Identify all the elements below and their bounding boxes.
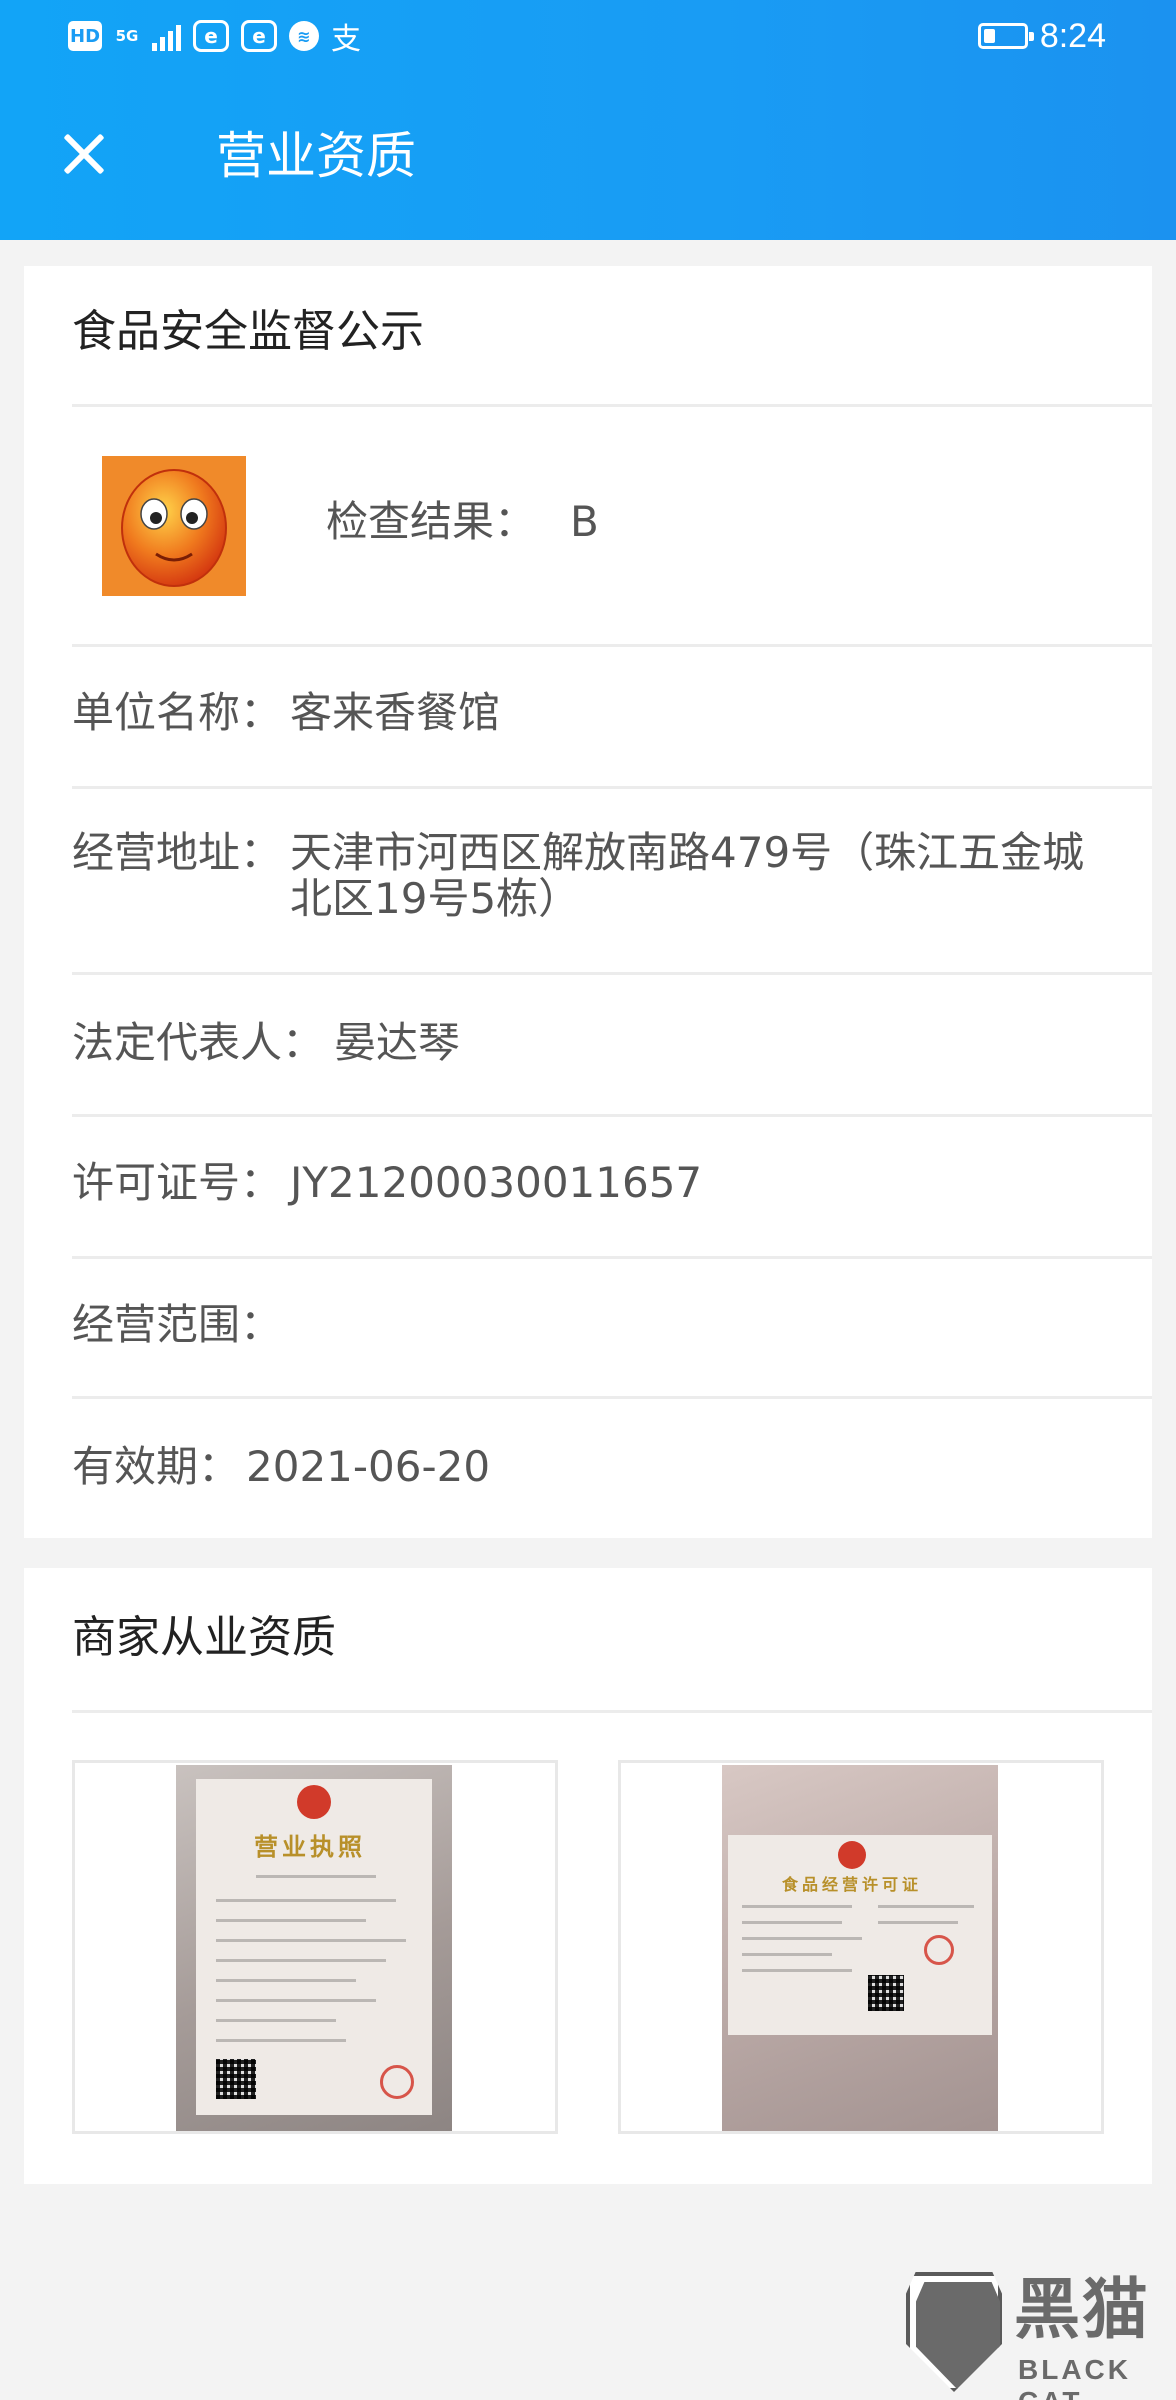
qr-code-icon — [216, 2059, 256, 2099]
battery-level — [983, 29, 995, 43]
page-title: 营业资质 — [216, 127, 416, 185]
row-label: 有效期： — [72, 1442, 241, 1491]
divider — [72, 1710, 1152, 1713]
row-label: 经营地址： — [72, 828, 283, 877]
battery-icon — [977, 23, 1034, 49]
divider — [72, 1114, 1152, 1117]
document-heading: 食品经营许可证 — [782, 1875, 923, 1894]
row-label: 许可证号： — [72, 1158, 283, 1207]
qr-code-icon — [868, 1975, 904, 2011]
signal-bars-icon — [152, 21, 181, 51]
section-title: 食品安全监督公示 — [72, 306, 424, 357]
national-emblem-icon — [297, 1785, 331, 1819]
row-value: 天津市河西区解放南路479号（珠江五金城北区19号5栋） — [290, 828, 1085, 923]
national-emblem-icon — [838, 1841, 866, 1869]
business-license-thumbnail[interactable]: 营业执照 — [72, 1760, 558, 2134]
food-license-thumbnail[interactable]: 食品经营许可证 — [618, 1760, 1104, 2134]
smiley-face-icon — [102, 456, 246, 596]
signal-5g-icon: 5G — [114, 27, 140, 45]
row-value: JY21200030011657 — [290, 1158, 703, 1207]
network-type: 5G — [115, 27, 139, 45]
row-value: 晏达琴 — [334, 1018, 461, 1067]
eleme-icon: e — [241, 20, 277, 52]
section-title: 商家从业资质 — [72, 1612, 336, 1663]
watermark-en: BLACK CAT — [1018, 2354, 1131, 2400]
hd-icon: HD — [68, 21, 102, 51]
inspection-result: 检查结果： B — [326, 492, 599, 552]
official-seal-icon — [380, 2065, 414, 2099]
divider — [72, 404, 1152, 407]
black-cat-watermark: 黑猫 BLACK CAT — [906, 2270, 1176, 2400]
row-label: 单位名称： — [72, 688, 283, 737]
divider — [72, 644, 1152, 647]
app-header: HD 5G e e ≋ 支 8:24 营业资质 — [0, 0, 1176, 240]
eleme-icon: e — [193, 20, 229, 52]
license-document: 营业执照 — [196, 1779, 432, 2115]
divider — [72, 1396, 1152, 1399]
inspection-label: 检查结果： — [326, 497, 537, 546]
row-value: 2021-06-20 — [246, 1442, 491, 1491]
watermark-cn: 黑猫 — [1014, 2271, 1150, 2348]
voice-assistant-icon: ≋ — [289, 21, 319, 51]
alipay-icon: 支 — [331, 22, 361, 57]
business-license-photo: 营业执照 — [176, 1765, 452, 2131]
divider — [72, 1256, 1152, 1259]
black-cat-logo-icon — [906, 2272, 1002, 2392]
status-bar-left: HD 5G e e ≋ 支 — [68, 18, 361, 57]
inspection-value: B — [570, 497, 599, 546]
row-label: 法定代表人： — [72, 1018, 325, 1067]
status-bar-right: 8:24 — [977, 14, 1106, 58]
document-heading: 营业执照 — [254, 1833, 366, 1861]
divider — [72, 786, 1152, 789]
status-time: 8:24 — [1039, 16, 1106, 55]
license-document: 食品经营许可证 — [728, 1835, 992, 2035]
food-license-photo: 食品经营许可证 — [722, 1765, 998, 2131]
close-icon[interactable] — [52, 122, 116, 186]
food-safety-card: 食品安全监督公示 检查结果： B 单位名称： 客来香餐馆 经营地址： 天津市河西… — [24, 266, 1152, 1538]
row-label: 经营范围： — [72, 1300, 283, 1349]
row-value: 客来香餐馆 — [290, 688, 501, 737]
divider — [72, 972, 1152, 975]
qualifications-card: 商家从业资质 营业执照 食品经营许可证 — [24, 1568, 1152, 2184]
official-seal-icon — [924, 1935, 954, 1965]
